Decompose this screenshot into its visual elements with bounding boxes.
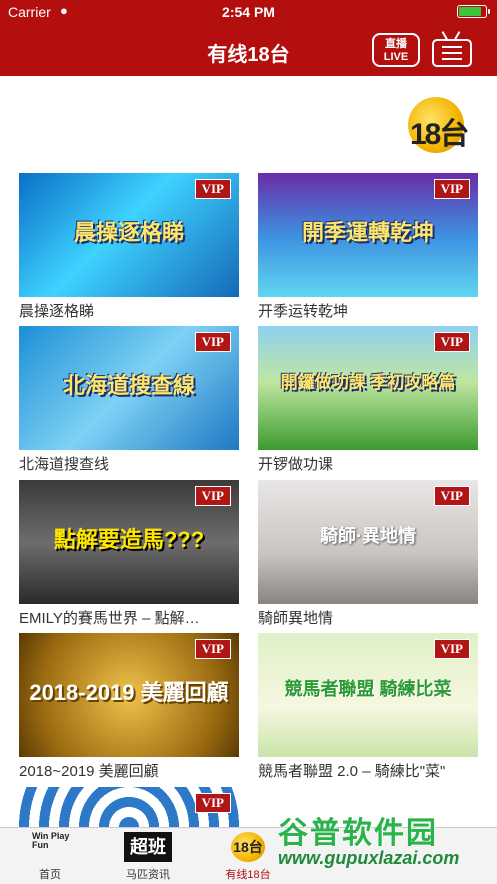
program-thumbnail: 騎師·異地情 VIP [258, 480, 478, 604]
program-card[interactable]: 2018-2019 美麗回顧 VIP 2018~2019 美麗回顧 [19, 633, 239, 781]
thumbnail-art-text: 點解要造馬??? [53, 527, 205, 552]
program-thumbnail: 點解要造馬??? VIP [19, 480, 239, 604]
vip-badge: VIP [433, 639, 470, 659]
program-title: 晨操逐格睇 [19, 303, 95, 320]
program-thumbnail: 2018-2019 美麗回顧 VIP [19, 633, 239, 757]
nav-bar: 有线18台 直播 LIVE [0, 24, 497, 76]
horse-info-tab-icon: 超班 [124, 832, 172, 862]
program-card[interactable]: 競馬者聯盟 騎練比菜 VIP 競馬者聯盟 2.0 – 騎練比"菜" [258, 633, 478, 781]
tab-label: 首页 [39, 869, 61, 881]
tab-home[interactable]: Win Play Fun 首页 [14, 828, 86, 884]
live-label-top: 直播 [385, 38, 407, 50]
program-title: 2018~2019 美麗回顧 [19, 763, 159, 780]
home-tab-icon: Win Play Fun [26, 832, 80, 862]
program-card[interactable]: 晨操逐格睇 VIP 晨操逐格睇 [19, 173, 239, 321]
tv-menu-button[interactable] [430, 29, 474, 69]
channel-18-icon-text: 18台 [233, 839, 263, 855]
status-bar: Carrier ● 2:54 PM [0, 0, 497, 24]
program-thumbnail: 晨操逐格睇 VIP [19, 173, 239, 297]
program-card[interactable]: 開鑼做功課 季初攻略篇 VIP 开锣做功课 [258, 326, 478, 474]
status-time: 2:54 PM [222, 4, 275, 20]
watermark-url: www.gupuxlazai.com [278, 848, 460, 868]
thumbnail-art-text: 競馬者聯盟 騎練比菜 [284, 679, 452, 699]
program-card[interactable]: 點解要造馬??? VIP EMILY的賽馬世界 – 點解… [19, 480, 239, 628]
program-thumbnail: 北海道搜查線 VIP [19, 326, 239, 450]
logo-text: 18台 [410, 118, 469, 151]
vip-badge: VIP [433, 332, 470, 352]
program-title: 开季运转乾坤 [258, 303, 349, 320]
vip-badge: VIP [433, 179, 470, 199]
home-icon-text: Win Play Fun [32, 831, 70, 850]
thumbnail-art-text: 開季運轉乾坤 [301, 220, 434, 245]
channel-18-tab-icon: 18台 [231, 832, 265, 862]
program-title: 競馬者聯盟 2.0 – 騎練比"菜" [258, 763, 446, 780]
vip-badge: VIP [194, 793, 231, 813]
horse-info-icon-text: 超班 [130, 837, 166, 857]
vip-badge: VIP [194, 486, 231, 506]
program-card[interactable]: 開季運轉乾坤 VIP 开季运转乾坤 [258, 173, 478, 321]
battery-icon [457, 5, 490, 18]
vip-badge: VIP [194, 639, 231, 659]
channel-18-logo: 18台 [404, 95, 478, 155]
program-thumbnail: VIP [19, 787, 239, 827]
program-title: 开锣做功课 [258, 456, 334, 473]
vip-badge: VIP [433, 486, 470, 506]
live-label-bottom: LIVE [383, 51, 409, 63]
program-title: 騎師異地情 [258, 610, 334, 627]
watermark: 谷普软件园 www.gupuxlazai.com [270, 808, 497, 883]
thumbnail-art-text: 晨操逐格睇 [73, 220, 184, 245]
vip-badge: VIP [194, 332, 231, 352]
thumbnail-art-text: 2018-2019 美麗回顧 [29, 680, 229, 705]
tab-horse-info[interactable]: 超班 马匹资讯 [112, 828, 184, 884]
program-title: EMILY的賽馬世界 – 點解… [19, 610, 200, 627]
page-title: 有线18台 [207, 44, 290, 66]
program-thumbnail: 競馬者聯盟 騎練比菜 VIP [258, 633, 478, 757]
vip-badge: VIP [194, 179, 231, 199]
program-card[interactable]: 北海道搜查線 VIP 北海道搜查线 [19, 326, 239, 474]
program-card[interactable]: 騎師·異地情 VIP 騎師異地情 [258, 480, 478, 628]
program-card[interactable]: VIP [19, 787, 239, 827]
program-title: 北海道搜查线 [19, 456, 110, 473]
thumbnail-art-text: 開鑼做功課 季初攻略篇 [280, 373, 456, 392]
thumbnail-art-text: 騎師·異地情 [320, 526, 416, 546]
thumbnail-art-text: 北海道搜查線 [62, 373, 195, 398]
program-thumbnail: 開鑼做功課 季初攻略篇 VIP [258, 326, 478, 450]
live-button[interactable]: 直播 LIVE [372, 33, 420, 67]
program-thumbnail: 開季運轉乾坤 VIP [258, 173, 478, 297]
tab-label: 马匹资讯 [126, 869, 170, 881]
watermark-title: 谷普软件园 [278, 817, 438, 850]
